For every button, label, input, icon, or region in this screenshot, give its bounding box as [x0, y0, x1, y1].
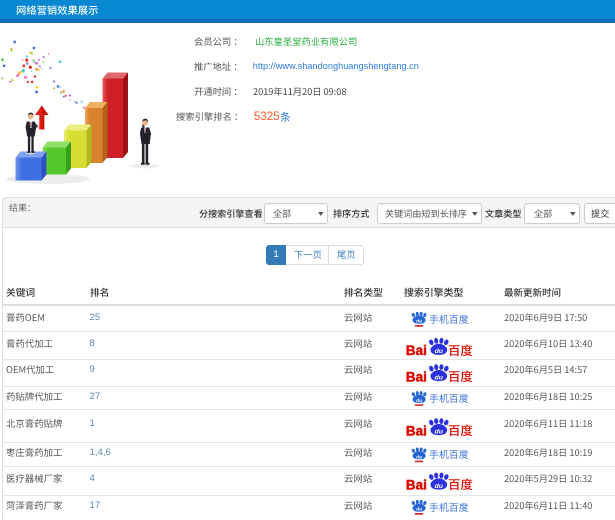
svg-text:du: du	[435, 375, 444, 382]
svg-text:du: du	[435, 429, 444, 436]
svg-text:du: du	[416, 319, 422, 325]
svg-text:Bai: Bai	[406, 423, 427, 438]
svg-text:Bai: Bai	[406, 478, 427, 493]
svg-text:Bai: Bai	[406, 369, 427, 384]
svg-text:du: du	[416, 454, 422, 460]
svg-text:du: du	[416, 398, 422, 404]
svg-text:du: du	[416, 507, 422, 513]
svg-text:du: du	[435, 483, 444, 490]
svg-text:du: du	[435, 348, 444, 355]
svg-text:Bai: Bai	[406, 343, 427, 358]
